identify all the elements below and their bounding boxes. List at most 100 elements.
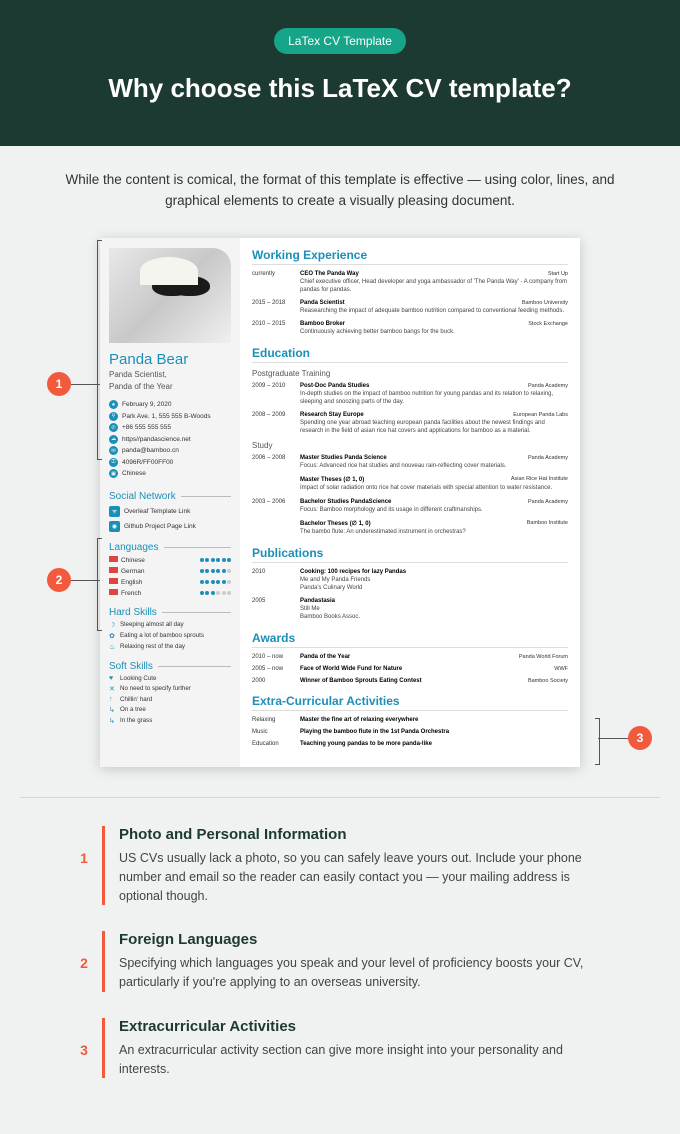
skill-icon: ☽ (109, 621, 117, 629)
entry-org: Panda Academy (528, 455, 568, 461)
entry-body: Bachelor Studies PandaSciencePanda Acade… (300, 499, 568, 514)
skill-icon: ↳ (109, 706, 117, 714)
entry: currentlyCEO The Panda WayStart UpChief … (252, 271, 568, 294)
flag-icon (109, 556, 118, 562)
entry-org: Stock Exchange (528, 321, 568, 327)
callout-2-line-h (71, 580, 100, 581)
callout-3-line-b (595, 764, 600, 765)
entry-date (252, 520, 300, 536)
social-text: Github Project Page Link (124, 523, 196, 530)
proficiency-dot (200, 569, 204, 573)
applicant-name: Panda Bear (109, 351, 231, 368)
proficiency-dots (200, 569, 232, 573)
entry-date: 2010 – now (252, 654, 300, 660)
entry-body: Panda of the YearPanda World Forum (300, 654, 568, 660)
callout-1-line-b (97, 459, 102, 460)
skill-text: Looking Cute (120, 675, 156, 682)
proficiency-dots (200, 591, 232, 595)
soft-skills-list: ♥Looking Cute✕No need to specify further… (109, 672, 231, 725)
entry-date: currently (252, 271, 300, 294)
entry-title: Teaching young pandas to be more panda-l… (300, 741, 568, 747)
entry-date: Music (252, 729, 300, 735)
tip-bar (102, 826, 105, 905)
profile-photo (109, 248, 231, 343)
hard-skills-heading: Hard Skills (109, 607, 231, 618)
entry-title: Playing the bamboo flute in the 1st Pand… (300, 729, 568, 735)
entry-desc: Chief executive officer, Head developer … (300, 278, 568, 294)
entry: 2005 – nowFace of World Wide Fund for Na… (252, 666, 568, 672)
proficiency-dot (200, 558, 204, 562)
header: LaTex CV Template Why choose this LaTeX … (0, 0, 680, 146)
entry-title: Master Theses (∅ 1, 0)Asian Rice Hat Ins… (300, 476, 568, 483)
proficiency-dot (200, 580, 204, 584)
tip-item: 2Foreign LanguagesSpecifying which langu… (70, 931, 610, 992)
contact-icon: ⚲ (109, 412, 118, 421)
languages-list: ChineseGermanEnglishFrench (109, 553, 231, 597)
skill-text: In the grass (120, 717, 152, 724)
callout-1-line-t (97, 240, 102, 241)
entry-org: European Panda Labs (513, 412, 568, 418)
contact-icon: ✉ (109, 446, 118, 455)
skill-row: ↳On a tree (109, 706, 231, 714)
entry-body: Cooking: 100 recipes for lazy PandasMe a… (300, 569, 568, 592)
proficiency-dot (216, 591, 220, 595)
entry-body: Winner of Bamboo Sprouts Eating ContestB… (300, 678, 568, 684)
entry: 2009 – 2010Post-Doc Panda StudiesPanda A… (252, 383, 568, 406)
entry-title: Face of World Wide Fund for NatureWWF (300, 666, 568, 672)
publications-list: 2010Cooking: 100 recipes for lazy Pandas… (252, 569, 568, 621)
skill-row: ✿Eating a lot of bamboo sprouts (109, 632, 231, 640)
skill-icon: ↑ (109, 696, 117, 703)
proficiency-dot (216, 580, 220, 584)
entry-body: Playing the bamboo flute in the 1st Pand… (300, 729, 568, 735)
category-badge: LaTex CV Template (274, 28, 406, 54)
contact-text: Park Ave. 1, 555 555 B-Woods (122, 413, 211, 420)
flag-icon (109, 589, 118, 595)
entry-title: Post-Doc Panda StudiesPanda Academy (300, 383, 568, 389)
callout-3-line-v (599, 718, 600, 765)
entry-date: 2010 (252, 569, 300, 592)
skill-row: ↳In the grass (109, 717, 231, 725)
contact-row: ✉panda@bamboo.cn (109, 446, 231, 455)
proficiency-dot (211, 580, 215, 584)
entry-desc: Reasearching the impact of adequate bamb… (300, 307, 568, 315)
cv-main: Working Experience currentlyCEO The Pand… (240, 238, 580, 768)
entry-title: Panda ScientistBamboo University (300, 300, 568, 306)
contact-icon: ▣ (109, 469, 118, 478)
tip-text: Specifying which languages you speak and… (119, 954, 610, 992)
social-row: ◉ Github Project Page Link (109, 521, 231, 532)
entry-title: Bachelor Theses (∅ 1, 0)Bamboo Institute (300, 520, 568, 527)
entry-body: Bachelor Theses (∅ 1, 0)Bamboo Institute… (300, 520, 568, 536)
entry-org: Panda World Forum (519, 654, 568, 660)
tip-bar (102, 931, 105, 992)
proficiency-dot (222, 591, 226, 595)
work-heading: Working Experience (252, 248, 568, 265)
education-heading: Education (252, 346, 568, 363)
language-row: German (109, 567, 231, 575)
social-icon: ◉ (109, 521, 120, 532)
entry-org: WWF (554, 666, 568, 672)
callout-2-line-b (97, 630, 102, 631)
proficiency-dot (205, 569, 209, 573)
contact-icon: ✆ (109, 423, 118, 432)
entry-title: Panda of the YearPanda World Forum (300, 654, 568, 660)
lang-name: French (109, 589, 141, 597)
entry-org: Panda Academy (528, 383, 568, 389)
callout-1-line-h (71, 384, 100, 385)
entry-body: CEO The Panda WayStart UpChief executive… (300, 271, 568, 294)
social-row: ᯤOverleaf Template Link (109, 506, 231, 517)
entry-title: CEO The Panda WayStart Up (300, 271, 568, 277)
entry-date: 2006 – 2008 (252, 455, 300, 470)
intro-text: While the content is comical, the format… (40, 170, 640, 212)
skill-row: ♨Relaxing rest of the day (109, 643, 231, 651)
entry-date: 2005 – now (252, 666, 300, 672)
entry: 2005PandastasiaStill MeBamboo Books Asso… (252, 598, 568, 621)
proficiency-dot (200, 591, 204, 595)
entry-date: 2000 (252, 678, 300, 684)
entry-org: Start Up (548, 271, 568, 277)
tip-number: 2 (70, 931, 98, 992)
contact-icon: ⚿ (109, 458, 118, 467)
callout-2-line-t (97, 538, 102, 539)
skill-icon: ✕ (109, 685, 117, 693)
entry-title: Bachelor Studies PandaSciencePanda Acade… (300, 499, 568, 505)
entry: EducationTeaching young pandas to be mor… (252, 741, 568, 747)
